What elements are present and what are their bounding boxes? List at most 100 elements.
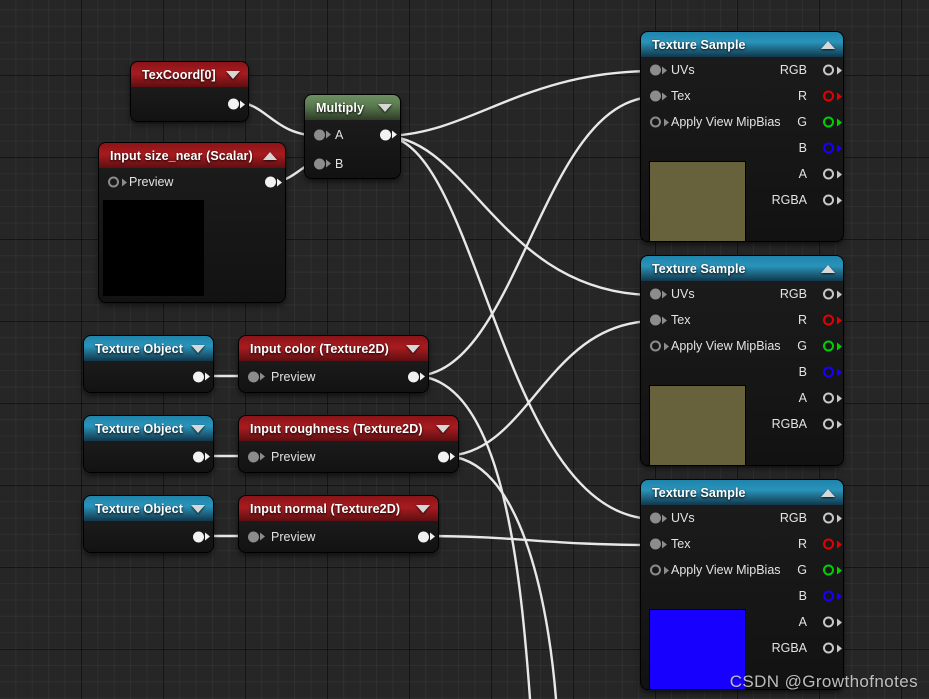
input-pin-preview[interactable]	[248, 531, 259, 542]
output-pin-rgba[interactable]	[823, 194, 834, 206]
row-label-tex: Tex	[671, 313, 691, 327]
row-label-rgb: RGB	[779, 287, 807, 301]
output-pin-b[interactable]	[823, 590, 834, 602]
output-pin-a[interactable]	[823, 616, 834, 628]
row-label-rgba: RGBA	[771, 641, 807, 655]
chevron-up-icon[interactable]	[821, 264, 835, 273]
preview-swatch-texture-sample-1	[649, 161, 746, 241]
output-pin-multiply[interactable]	[380, 129, 391, 140]
chevron-down-icon[interactable]	[191, 344, 205, 353]
wire-multiply-to-ts2-uvs	[381, 134, 657, 297]
output-pin-b[interactable]	[823, 366, 834, 378]
output-pin-rgba[interactable]	[823, 418, 834, 430]
chevron-down-icon[interactable]	[436, 424, 450, 433]
output-pin-rgb[interactable]	[823, 512, 834, 524]
input-pin-uvs[interactable]	[650, 512, 661, 524]
node-texture-sample-3-header[interactable]: Texture Sample	[641, 480, 843, 505]
node-texture-object-color-header[interactable]: Texture Object	[84, 336, 213, 361]
node-multiply[interactable]: Multiply A B	[305, 95, 400, 178]
material-graph-canvas[interactable]: TexCoord[0] Input size_near (Scalar) Pre…	[0, 0, 929, 699]
input-pin-b[interactable]	[314, 158, 325, 169]
input-pin-apply-view-mipbias[interactable]	[650, 564, 661, 576]
output-pin-texture-object-color[interactable]	[193, 371, 204, 382]
node-texture-object-normal-header[interactable]: Texture Object	[84, 496, 213, 521]
input-pin-uvs[interactable]	[650, 288, 661, 300]
row-texture-object-output	[84, 441, 213, 472]
input-pin-preview[interactable]	[248, 451, 259, 462]
node-input-color-header[interactable]: Input color (Texture2D)	[239, 336, 428, 361]
output-pin-size-near[interactable]	[265, 176, 276, 188]
input-pin-apply-view-mipbias[interactable]	[650, 116, 661, 128]
node-input-roughness[interactable]: Input roughness (Texture2D) Preview	[239, 416, 458, 472]
chevron-up-icon[interactable]	[821, 488, 835, 497]
node-texture-sample-2[interactable]: Texture Sample UVs RGB Tex R Apply View …	[641, 256, 843, 465]
output-pin-texcoord[interactable]	[228, 98, 239, 110]
row-preview: Preview	[239, 441, 458, 472]
output-pin-rgb[interactable]	[823, 288, 834, 300]
node-input-color[interactable]: Input color (Texture2D) Preview	[239, 336, 428, 392]
output-pin-r[interactable]	[823, 538, 834, 550]
row-multiply-b: B	[305, 149, 400, 178]
node-texture-object-color[interactable]: Texture Object	[84, 336, 213, 392]
output-pin-rgb[interactable]	[823, 64, 834, 76]
chevron-down-icon[interactable]	[378, 103, 392, 112]
node-texture-sample-2-body: UVs RGB Tex R Apply View MipBias G B A R…	[641, 281, 843, 465]
node-texture-sample-3[interactable]: Texture Sample UVs RGB Tex R Apply View …	[641, 480, 843, 689]
node-texcoord-header[interactable]: TexCoord[0]	[131, 62, 248, 87]
node-texture-object-normal-title: Texture Object	[95, 501, 183, 516]
node-texture-sample-1[interactable]: Texture Sample UVs RGB Tex R Apply View …	[641, 32, 843, 241]
node-texture-object-roughness-title: Texture Object	[95, 421, 183, 436]
node-input-roughness-header[interactable]: Input roughness (Texture2D)	[239, 416, 458, 441]
node-input-size-near-header[interactable]: Input size_near (Scalar)	[99, 143, 285, 168]
row-label-g: G	[797, 339, 807, 353]
output-pin-a[interactable]	[823, 392, 834, 404]
node-input-size-near-title: Input size_near (Scalar)	[110, 148, 253, 163]
row-label-preview: Preview	[271, 369, 316, 384]
node-multiply-header[interactable]: Multiply	[305, 95, 400, 120]
output-pin-input-color[interactable]	[408, 371, 419, 382]
node-input-normal[interactable]: Input normal (Texture2D) Preview	[239, 496, 438, 552]
node-input-normal-body: Preview	[239, 521, 438, 552]
output-pin-g[interactable]	[823, 564, 834, 576]
chevron-down-icon[interactable]	[406, 344, 420, 353]
output-pin-texture-object-roughness[interactable]	[193, 451, 204, 462]
node-texture-sample-2-title: Texture Sample	[652, 261, 746, 276]
chevron-down-icon[interactable]	[416, 504, 430, 513]
node-input-normal-header[interactable]: Input normal (Texture2D)	[239, 496, 438, 521]
row-preview: Preview	[239, 361, 428, 392]
output-pin-g[interactable]	[823, 116, 834, 128]
node-texture-object-normal[interactable]: Texture Object	[84, 496, 213, 552]
output-pin-a[interactable]	[823, 168, 834, 180]
output-pin-b[interactable]	[823, 142, 834, 154]
input-pin-apply-view-mipbias[interactable]	[650, 340, 661, 352]
output-pin-input-normal[interactable]	[418, 531, 429, 542]
chevron-up-icon[interactable]	[821, 40, 835, 49]
node-texture-object-roughness-header[interactable]: Texture Object	[84, 416, 213, 441]
row-b: B	[641, 359, 843, 385]
chevron-down-icon[interactable]	[191, 504, 205, 513]
node-texcoord[interactable]: TexCoord[0]	[131, 62, 248, 121]
output-pin-input-roughness[interactable]	[438, 451, 449, 462]
node-texture-object-roughness[interactable]: Texture Object	[84, 416, 213, 472]
output-pin-rgba[interactable]	[823, 642, 834, 654]
node-texture-sample-1-header[interactable]: Texture Sample	[641, 32, 843, 57]
chevron-down-icon[interactable]	[191, 424, 205, 433]
node-input-size-near[interactable]: Input size_near (Scalar) Preview	[99, 143, 285, 302]
chevron-up-icon[interactable]	[263, 151, 277, 160]
output-pin-g[interactable]	[823, 340, 834, 352]
chevron-down-icon[interactable]	[226, 70, 240, 79]
node-texture-object-roughness-body	[84, 441, 213, 472]
input-pin-preview[interactable]	[108, 176, 119, 188]
row-tex: Tex R	[641, 531, 843, 557]
input-pin-preview[interactable]	[248, 371, 259, 382]
node-input-normal-title: Input normal (Texture2D)	[250, 501, 401, 516]
input-pin-uvs[interactable]	[650, 64, 661, 76]
output-pin-texture-object-normal[interactable]	[193, 531, 204, 542]
output-pin-r[interactable]	[823, 90, 834, 102]
input-pin-tex[interactable]	[650, 90, 661, 102]
output-pin-r[interactable]	[823, 314, 834, 326]
input-pin-a[interactable]	[314, 129, 325, 140]
input-pin-tex[interactable]	[650, 314, 661, 326]
node-texture-sample-2-header[interactable]: Texture Sample	[641, 256, 843, 281]
input-pin-tex[interactable]	[650, 538, 661, 550]
